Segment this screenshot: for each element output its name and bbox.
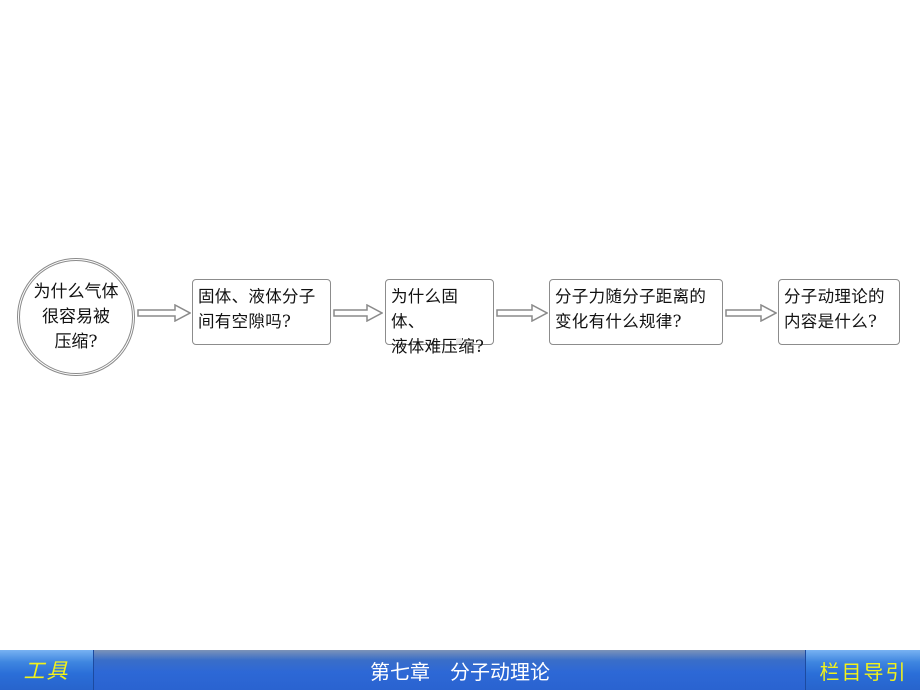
flow-node-4: 分子动理论的 内容是什么? — [778, 279, 900, 345]
section-nav-button[interactable]: 栏目导引 — [805, 650, 920, 690]
start-node-line: 压缩? — [54, 331, 98, 352]
flow-node-3: 分子力随分子距离的 变化有什么规律? — [549, 279, 723, 345]
tools-button-label: 工具 — [23, 659, 70, 683]
start-node-question: 为什么气体 很容易被 压缩? — [17, 258, 135, 376]
node-line: 分子动理论的 — [784, 287, 885, 306]
tools-button[interactable]: 工具 — [0, 650, 94, 690]
start-node-line: 很容易被 — [42, 306, 110, 327]
node-line: 液体难压缩? — [391, 337, 485, 356]
chapter-title: 第七章 分子动理论 — [370, 659, 550, 684]
section-nav-button-label: 栏目导引 — [819, 659, 908, 684]
node-line: 分子力随分子距离的 — [555, 287, 707, 306]
node-line: 间有空隙吗? — [198, 312, 292, 331]
flow-arrow-3 — [496, 304, 548, 322]
node-line: 内容是什么? — [784, 312, 878, 331]
flow-arrow-4 — [725, 304, 777, 322]
node-line: 为什么固体、 — [391, 287, 459, 331]
node-line: 固体、液体分子 — [198, 287, 316, 306]
flow-arrow-2 — [333, 304, 383, 322]
flow-node-2: 为什么固体、 液体难压缩? — [385, 279, 494, 356]
flow-arrow-1 — [137, 304, 191, 322]
start-node-line: 为什么气体 — [33, 281, 119, 302]
flow-node-1: 固体、液体分子 间有空隙吗? — [192, 279, 331, 345]
stray-mark — [456, 338, 462, 344]
node-line: 变化有什么规律? — [555, 312, 682, 331]
